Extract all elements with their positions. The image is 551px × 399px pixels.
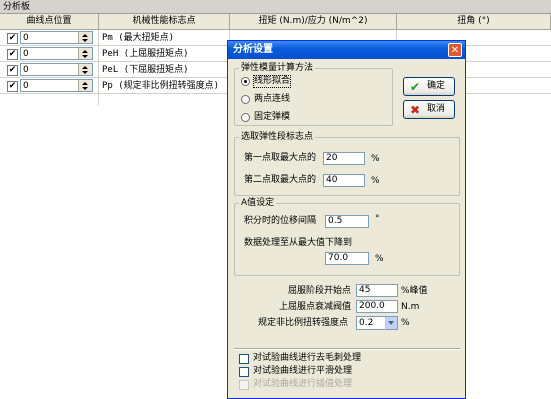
upper-yield-label: 上屈服点衰减阀值 — [279, 302, 352, 312]
smooth-label[interactable]: 对试验曲线进行平滑处理 — [253, 366, 352, 377]
marker-label: PeL (下屈服扭矩点) — [102, 65, 189, 75]
nonprop-strength-label: 规定非比例扭转强度点 — [258, 318, 349, 328]
radio-fixed-modulus[interactable] — [241, 113, 250, 122]
yield-start-label: 屈服阶段开始点 — [288, 286, 352, 296]
smooth-checkbox[interactable] — [239, 367, 249, 377]
radio-label[interactable]: 固定弹模 — [254, 112, 290, 123]
interpolate-checkbox — [239, 380, 249, 390]
position-value: 0 — [23, 49, 29, 59]
column-header-mechanical-marker[interactable]: 机械性能标志点 — [99, 14, 230, 30]
nonprop-strength-value: 0.2 — [359, 318, 374, 328]
interval-input[interactable]: 0.5 — [325, 215, 369, 228]
percent-unit: % — [371, 176, 380, 186]
upper-yield-unit: N.m — [401, 302, 420, 312]
deburr-label[interactable]: 对试验曲线进行去毛刺处理 — [253, 353, 361, 364]
marker-label: Pp (规定非比例扭转强度点) — [102, 81, 220, 91]
row-checkbox[interactable]: ✔ — [7, 81, 18, 92]
analysis-settings-dialog: 分析设置 ✕ 弹性模量计算方法 线形拟合 两点连线 固定弹模 ✔ 确定 ✖ 取消… — [227, 40, 466, 399]
spinner-arrows-icon[interactable] — [78, 32, 92, 43]
elastic-segment-group: 选取弹性段标志点 第一点取最大点的 20 % 第二点取最大点的 40 % — [234, 132, 460, 196]
yield-start-input[interactable]: 45 — [356, 284, 398, 297]
row-checkbox[interactable]: ✔ — [7, 49, 18, 60]
row-checkbox[interactable]: ✔ — [7, 65, 18, 76]
column-header-curve-position[interactable]: 曲线点位置 — [0, 14, 99, 30]
spinner-arrows-icon[interactable] — [78, 80, 92, 91]
close-icon[interactable]: ✕ — [448, 43, 462, 57]
marker-label: PeH (上屈服扭矩点) — [102, 49, 189, 59]
ok-button[interactable]: ✔ 确定 — [403, 77, 455, 96]
cross-icon: ✖ — [410, 103, 421, 117]
upper-yield-input[interactable]: 200.0 — [356, 300, 398, 313]
group-label: 选取弹性段标志点 — [239, 132, 316, 142]
cancel-button[interactable]: ✖ 取消 — [403, 100, 455, 119]
separator — [234, 348, 460, 350]
drop-label: 数据处理至从最大值下降到 — [244, 238, 353, 248]
position-spinner[interactable]: 0 — [20, 63, 93, 76]
group-label: A值设定 — [239, 198, 277, 208]
position-spinner[interactable]: 0 — [20, 47, 93, 60]
position-value: 0 — [23, 65, 29, 75]
position-spinner[interactable]: 0 — [20, 31, 93, 44]
marker-label: Pm (最大扭矩点) — [102, 33, 175, 43]
first-point-label: 第一点取最大点的 — [244, 153, 317, 163]
radio-linear-fit[interactable] — [241, 77, 250, 86]
drop-input[interactable]: 70.0 — [325, 252, 369, 265]
dialog-title: 分析设置 — [233, 44, 273, 55]
yield-start-unit: %峰值 — [401, 286, 428, 296]
degree-unit: ° — [375, 214, 380, 224]
chevron-down-icon[interactable] — [385, 317, 397, 329]
position-value: 0 — [23, 33, 29, 43]
panel-title: 分析板 — [0, 0, 551, 14]
check-icon: ✔ — [410, 80, 421, 94]
percent-unit: % — [371, 154, 380, 164]
second-point-input[interactable]: 40 — [323, 174, 365, 187]
row-checkbox[interactable]: ✔ — [7, 33, 18, 44]
percent-unit: % — [375, 254, 384, 264]
radio-label[interactable]: 两点连线 — [254, 94, 290, 105]
spinner-arrows-icon[interactable] — [78, 48, 92, 59]
deburr-checkbox[interactable] — [239, 354, 249, 364]
position-spinner[interactable]: 0 — [20, 79, 93, 92]
column-header-torque-stress[interactable]: 扭矩 (N.m)/应力 (N/m^2) — [230, 14, 397, 30]
dialog-titlebar[interactable]: 分析设置 ✕ — [228, 41, 465, 59]
first-point-input[interactable]: 20 — [323, 152, 365, 165]
radio-two-point[interactable] — [241, 95, 250, 104]
spinner-arrows-icon[interactable] — [78, 64, 92, 75]
column-header-torsion-angle[interactable]: 扭角 (°) — [397, 14, 551, 30]
interval-label: 积分时的位移间隔 — [244, 216, 317, 226]
interpolate-label: 对试验曲线进行插值处理 — [253, 379, 353, 389]
modulus-method-group: 弹性模量计算方法 线形拟合 两点连线 固定弹模 — [234, 63, 393, 126]
radio-label[interactable]: 线形拟合 — [252, 75, 292, 88]
group-label: 弹性模量计算方法 — [239, 63, 316, 73]
second-point-label: 第二点取最大点的 — [244, 175, 317, 185]
nonprop-strength-select[interactable]: 0.2 — [356, 316, 398, 330]
percent-unit: % — [401, 318, 410, 328]
a-value-group: A值设定 积分时的位移间隔 0.5 ° 数据处理至从最大值下降到 70.0 % — [234, 198, 460, 276]
position-value: 0 — [23, 81, 29, 91]
